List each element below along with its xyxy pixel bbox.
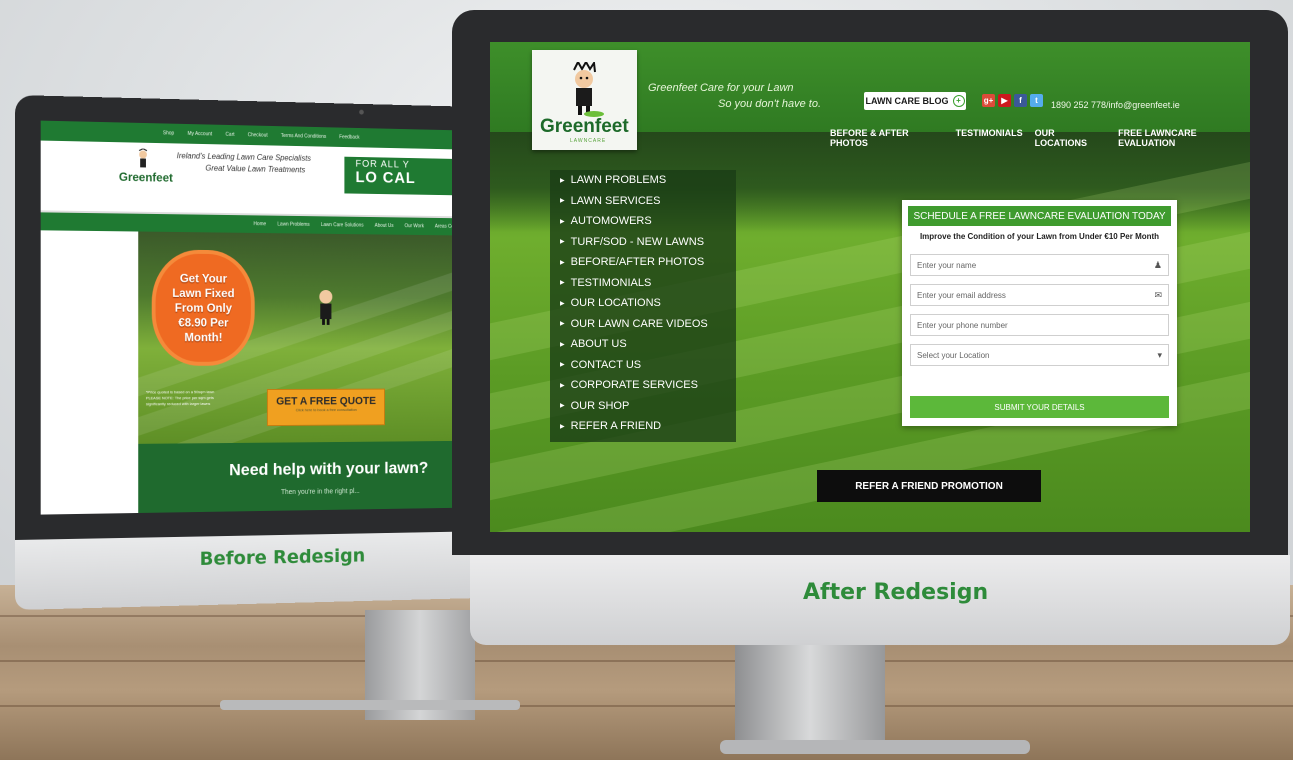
caret-icon: ▶ xyxy=(560,177,565,184)
side-menu-item[interactable]: ▶ OUR LAWN CARE VIDEOS xyxy=(550,314,736,335)
email-field[interactable]: Enter your email address ✉ xyxy=(910,284,1169,306)
envelope-icon: ✉ xyxy=(1154,290,1162,300)
side-menu-item[interactable]: ▶ REFER A FRIEND xyxy=(550,416,736,437)
side-menu-label: OUR LOCATIONS xyxy=(570,297,661,310)
side-menu-item[interactable]: ▶ CONTACT US xyxy=(550,355,736,376)
side-menu-label: ABOUT US xyxy=(570,338,627,351)
right-monitor-foot xyxy=(720,740,1030,754)
side-menu-item[interactable]: ▶ CORPORATE SERVICES xyxy=(550,375,736,396)
name-placeholder: Enter your name xyxy=(917,260,977,270)
caret-icon: ▶ xyxy=(560,218,565,225)
lawn-care-blog-button[interactable]: LAWN CARE BLOG + xyxy=(864,92,966,110)
new-tagline: Greenfeet Care for your Lawn xyxy=(648,82,794,94)
location-select[interactable]: Select your Location ▾ xyxy=(910,344,1169,366)
side-menu-item[interactable]: ▶ BEFORE/AFTER PHOTOS xyxy=(550,252,736,273)
side-menu-item[interactable]: ▶ OUR LOCATIONS xyxy=(550,293,736,314)
form-subtitle: Improve the Condition of your Lawn from … xyxy=(919,232,1160,241)
side-menu-item[interactable]: ▶ ABOUT US xyxy=(550,334,736,355)
youtube-icon[interactable]: ▶ xyxy=(998,94,1011,107)
side-menu-label: BEFORE/AFTER PHOTOS xyxy=(570,256,705,269)
new-logo[interactable]: Greenfeet LAWNCARE xyxy=(532,50,637,150)
nav-before-after[interactable]: BEFORE & AFTER PHOTOS xyxy=(830,128,944,148)
after-monitor: After Redesign Greenfeet Care for your L… xyxy=(0,0,1293,760)
caret-icon: ▶ xyxy=(560,341,565,348)
phone-placeholder: Enter your phone number xyxy=(917,320,1008,330)
submit-button[interactable]: SUBMIT YOUR DETAILS xyxy=(910,396,1169,418)
evaluation-form: SCHEDULE A FREE LAWNCARE EVALUATION TODA… xyxy=(902,200,1177,426)
side-menu-label: OUR LAWN CARE VIDEOS xyxy=(570,317,708,330)
chevron-down-icon: ▾ xyxy=(1157,350,1162,360)
blog-label: LAWN CARE BLOG xyxy=(865,96,949,106)
after-screen: Greenfeet Care for your Lawn So you don'… xyxy=(490,42,1250,532)
side-menu-label: TURF/SOD - NEW LAWNS xyxy=(570,235,705,248)
new-tagline-2: So you don't have to. xyxy=(718,98,822,110)
side-menu-label: OUR SHOP xyxy=(570,399,630,412)
form-title: SCHEDULE A FREE LAWNCARE EVALUATION TODA… xyxy=(908,206,1171,226)
twitter-icon[interactable]: t xyxy=(1030,94,1043,107)
side-menu-item[interactable]: ▶ TURF/SOD - NEW LAWNS xyxy=(550,232,736,253)
after-caption: After Redesign xyxy=(803,580,989,605)
new-main-nav: BEFORE & AFTER PHOTOS TESTIMONIALS OUR L… xyxy=(830,128,1250,148)
phone-field[interactable]: Enter your phone number xyxy=(910,314,1169,336)
side-menu-label: LAWN SERVICES xyxy=(570,194,661,207)
caret-icon: ▶ xyxy=(560,382,565,389)
nav-testimonials[interactable]: TESTIMONIALS xyxy=(956,128,1023,148)
caret-icon: ▶ xyxy=(560,321,565,328)
contact-info[interactable]: 1890 252 778/info@greenfeet.ie xyxy=(1051,100,1180,110)
caret-icon: ▶ xyxy=(560,403,565,410)
right-monitor-stand xyxy=(735,645,885,750)
caret-icon: ▶ xyxy=(560,423,565,430)
logo-subtext: LAWNCARE xyxy=(570,138,607,144)
user-icon: ♟ xyxy=(1153,260,1162,270)
google-plus-icon[interactable]: g+ xyxy=(982,94,995,107)
side-menu-label: AUTOMOWERS xyxy=(570,215,652,228)
side-menu-item[interactable]: ▶ TESTIMONIALS xyxy=(550,273,736,294)
side-menu-label: LAWN PROBLEMS xyxy=(570,174,667,187)
side-menu-label: TESTIMONIALS xyxy=(570,276,652,289)
caret-icon: ▶ xyxy=(560,239,565,246)
side-menu-label: CONTACT US xyxy=(570,358,642,371)
side-menu-label: CORPORATE SERVICES xyxy=(570,379,698,392)
facebook-icon[interactable]: f xyxy=(1014,94,1027,107)
caret-icon: ▶ xyxy=(560,300,565,307)
mascot-icon xyxy=(573,62,604,117)
side-menu-label: REFER A FRIEND xyxy=(570,420,662,433)
nav-locations[interactable]: OUR LOCATIONS xyxy=(1035,128,1106,148)
logo-text: Greenfeet xyxy=(540,116,629,137)
side-menu-item[interactable]: ▶ LAWN PROBLEMS xyxy=(550,170,736,191)
caret-icon: ▶ xyxy=(560,259,565,266)
plus-icon: + xyxy=(952,95,965,107)
side-menu-item[interactable]: ▶ LAWN SERVICES xyxy=(550,191,736,212)
email-placeholder: Enter your email address xyxy=(917,290,1006,300)
caret-icon: ▶ xyxy=(560,280,565,287)
caret-icon: ▶ xyxy=(560,362,565,369)
name-field[interactable]: Enter your name ♟ xyxy=(910,254,1169,276)
nav-free-evaluation[interactable]: FREE LAWNCARE EVALUATION xyxy=(1118,128,1250,148)
side-menu-item[interactable]: ▶ OUR SHOP xyxy=(550,396,736,417)
refer-friend-button[interactable]: REFER A FRIEND PROMOTION xyxy=(817,470,1041,502)
side-menu: ▶ LAWN PROBLEMS ▶ LAWN SERVICES ▶ AUTOMOWER… xyxy=(550,170,736,442)
caret-icon: ▶ xyxy=(560,198,565,205)
location-placeholder: Select your Location xyxy=(917,350,990,360)
side-menu-item[interactable]: ▶ AUTOMOWERS xyxy=(550,211,736,232)
